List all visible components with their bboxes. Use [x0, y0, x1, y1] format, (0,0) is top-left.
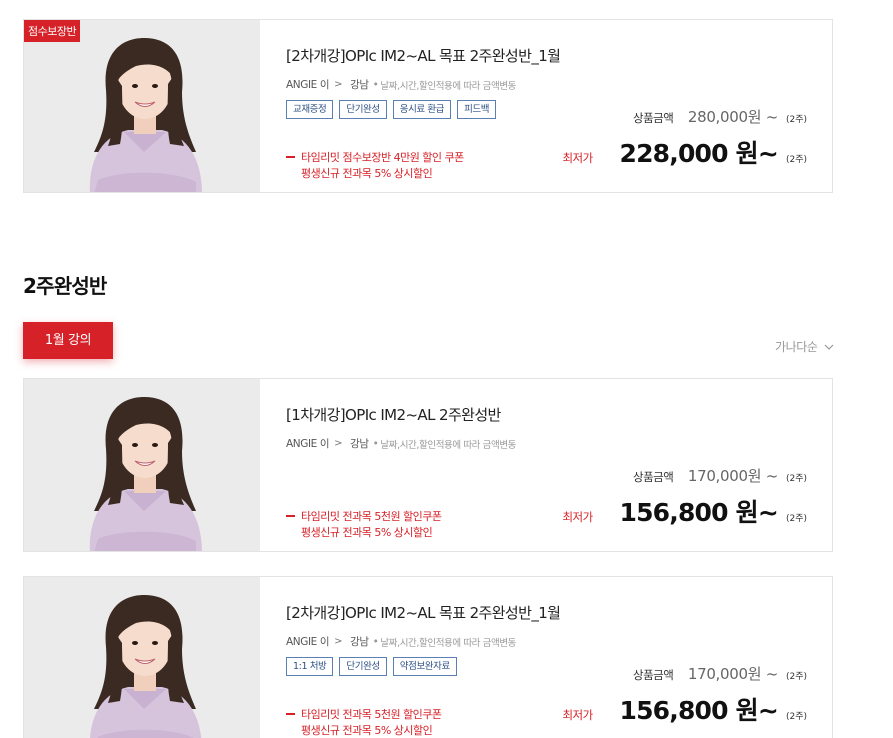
promo-text: 타임리밋 점수보장반 4만원 할인 쿠폰	[301, 151, 464, 164]
period-label: (2주)	[786, 514, 808, 524]
lowest-price: 156,800 원~	[619, 498, 778, 527]
promo-text: 타임리밋 전과목 5천원 할인쿠폰	[301, 708, 442, 721]
course-meta: ANGIE 이 > 강남 • 날짜,시간,할인적용에 따라 금액변동	[286, 436, 516, 451]
lowest-price-row: 최저가 156,800 원~ (2주)	[562, 493, 808, 529]
instructor-portrait	[24, 577, 260, 738]
tag-list: 교재증정 단기완성 응시료 환급 피드백	[286, 100, 497, 119]
promo-text: 평생신규 전과목 5% 상시할인	[301, 167, 433, 180]
tag: 피드백	[457, 100, 497, 119]
original-price-row: 상품금액 280,000원 ~ (2주)	[633, 106, 808, 127]
section-title: 2주완성반	[23, 274, 107, 298]
tag: 단기완성	[339, 657, 387, 676]
lowest-price-label: 최저가	[562, 708, 593, 722]
promo-list: 타임리밋 점수보장반 4만원 할인 쿠폰 평생신규 전과목 5% 상시할인	[286, 150, 464, 182]
original-price-row: 상품금액 170,000원 ~ (2주)	[633, 465, 808, 486]
instructor-portrait	[24, 20, 260, 192]
lowest-price: 228,000 원~	[619, 139, 778, 168]
score-guarantee-badge: 점수보장반	[24, 20, 81, 42]
promo-text: 평생신규 전과목 5% 상시할인	[301, 724, 433, 737]
period-label: (2주)	[786, 155, 808, 165]
promo-text: 타임리밋 전과목 5천원 할인쿠폰	[301, 510, 442, 523]
instructor-photo[interactable]	[24, 20, 260, 192]
instructor-photo[interactable]	[24, 379, 260, 551]
instructor-name[interactable]: ANGIE 이	[286, 634, 330, 649]
period-label: (2주)	[786, 474, 808, 484]
original-price-label: 상품금액	[633, 111, 674, 125]
original-price: 170,000원 ~	[687, 467, 778, 485]
dash-icon	[286, 713, 295, 715]
tag: 교재증정	[286, 100, 334, 119]
dash-icon	[286, 515, 295, 517]
tag-list: 1:1 처방 단기완성 약점보완자료	[286, 657, 457, 676]
lowest-price: 156,800 원~	[619, 696, 778, 725]
lowest-price-label: 최저가	[562, 510, 593, 524]
course-meta: ANGIE 이 > 강남 • 날짜,시간,할인적용에 따라 금액변동	[286, 634, 516, 649]
period-label: (2주)	[786, 712, 808, 722]
period-label: (2주)	[786, 115, 808, 125]
course-card[interactable]: [2차개강]OPIc IM2~AL 목표 2주완성반_1월 ANGIE 이 > …	[23, 576, 833, 738]
lowest-price-row: 최저가 228,000 원~ (2주)	[562, 134, 808, 170]
campus-name: 강남	[350, 636, 369, 648]
promo-text: 평생신규 전과목 5% 상시할인	[301, 526, 433, 539]
tag: 약점보완자료	[392, 657, 457, 676]
instructor-name[interactable]: ANGIE 이	[286, 436, 330, 451]
bullet-icon: •	[372, 635, 379, 648]
tag: 응시료 환급	[392, 100, 452, 119]
promo-list: 타임리밋 전과목 5천원 할인쿠폰 평생신규 전과목 5% 상시할인	[286, 509, 442, 541]
campus-name: 강남	[350, 79, 369, 91]
tag: 1:1 처방	[286, 657, 334, 676]
price-note: 날짜,시간,할인적용에 따라 금액변동	[380, 80, 517, 92]
tag: 단기완성	[339, 100, 387, 119]
chevron-right-icon: >	[334, 636, 343, 647]
instructor-photo[interactable]	[24, 577, 260, 738]
chevron-down-icon	[824, 344, 833, 350]
month-filter-button[interactable]: 1월 강의	[23, 322, 113, 359]
instructor-name[interactable]: ANGIE 이	[286, 77, 330, 92]
chevron-right-icon: >	[334, 79, 343, 90]
campus-name: 강남	[350, 438, 369, 450]
original-price-row: 상품금액 170,000원 ~ (2주)	[633, 663, 808, 684]
course-title[interactable]: [1차개강]OPIc IM2~AL 2주완성반	[286, 404, 501, 425]
course-title[interactable]: [2차개강]OPIc IM2~AL 목표 2주완성반_1월	[286, 45, 561, 66]
promo-list: 타임리밋 전과목 5천원 할인쿠폰 평생신규 전과목 5% 상시할인	[286, 707, 442, 738]
lowest-price-label: 최저가	[562, 151, 593, 165]
sort-dropdown[interactable]: 가나다순	[775, 338, 834, 355]
bullet-icon: •	[372, 78, 379, 91]
sort-label: 가나다순	[775, 340, 818, 354]
course-card[interactable]: [1차개강]OPIc IM2~AL 2주완성반 ANGIE 이 > 강남 • 날…	[23, 378, 833, 552]
period-label: (2주)	[786, 672, 808, 682]
instructor-portrait	[24, 379, 260, 551]
original-price: 170,000원 ~	[687, 665, 778, 683]
course-card-top[interactable]: 점수보장반 [2차개강]OPIc IM2~AL 목표 2주완성반_1월 ANGI…	[23, 19, 833, 193]
price-note: 날짜,시간,할인적용에 따라 금액변동	[380, 439, 517, 451]
original-price: 280,000원 ~	[687, 108, 778, 126]
lowest-price-row: 최저가 156,800 원~ (2주)	[562, 691, 808, 727]
chevron-right-icon: >	[334, 438, 343, 449]
dash-icon	[286, 156, 295, 158]
bullet-icon: •	[372, 437, 379, 450]
price-note: 날짜,시간,할인적용에 따라 금액변동	[380, 637, 517, 649]
original-price-label: 상품금액	[633, 668, 674, 682]
course-meta: ANGIE 이 > 강남 • 날짜,시간,할인적용에 따라 금액변동	[286, 77, 516, 92]
course-title[interactable]: [2차개강]OPIc IM2~AL 목표 2주완성반_1월	[286, 602, 561, 623]
original-price-label: 상품금액	[633, 470, 674, 484]
